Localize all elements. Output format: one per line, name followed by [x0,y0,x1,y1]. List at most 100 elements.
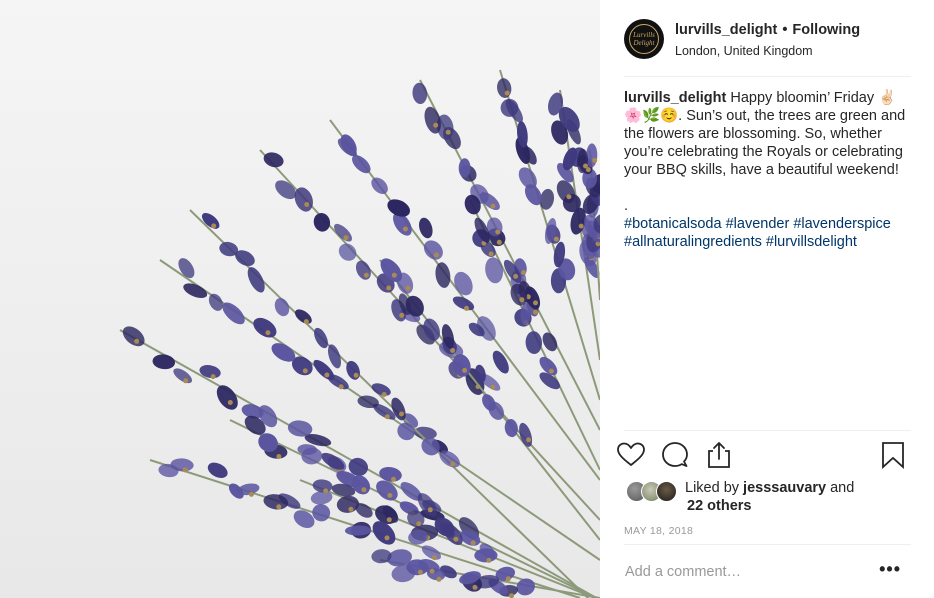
lavender-calyx [521,270,526,275]
liker-username[interactable]: jesssauvary [743,480,826,496]
lavender-calyx [183,378,189,384]
post-date[interactable]: MAY 18, 2018 [624,525,693,537]
lavender-calyx [566,194,572,200]
lavender-bud [485,257,504,284]
hashtag-link[interactable]: #lavender [726,216,790,232]
comment-box: ••• [624,545,911,598]
lavender-calyx [384,414,390,420]
comment-input[interactable] [625,561,865,583]
lavender-calyx [427,507,433,513]
lavender-calyx [553,236,559,242]
caption: lurvills_delight Happy bloomin’ Friday ✌… [624,89,916,251]
lavender-calyx [303,319,309,325]
lavender-bud [247,267,265,293]
post-header: Lurvills Delight lurvills_delight • Follow… [600,0,934,76]
heart-icon[interactable] [616,440,646,470]
lavender-calyx [304,202,310,207]
liked-by-suffix: and [826,480,855,496]
lavender-bud [371,177,388,195]
lavender-calyx [548,368,554,374]
share-icon[interactable] [704,440,734,470]
caption-author[interactable]: lurvills_delight [624,90,726,106]
hashtag-link[interactable]: #lurvillsdelight [766,234,857,250]
lavender-bud [454,271,473,296]
lavender-calyx [391,476,396,482]
lavender-image [119,69,600,598]
lavender-calyx [348,506,354,512]
lavender-calyx [402,226,408,232]
lavender-bud [525,331,543,354]
lavender-calyx [445,129,451,135]
lavender-calyx [429,568,435,574]
lavender-calyx [381,392,387,397]
lavender-calyx [453,536,459,542]
lavender-calyx [384,535,390,541]
post-photo[interactable] [0,0,600,598]
lavender-calyx [343,235,349,241]
lavender-calyx [486,557,492,563]
liked-by-text: Liked by jesssauvary and [685,478,854,498]
lavender-calyx [490,203,496,209]
lavender-calyx [265,330,271,336]
lavender-calyx [134,338,140,344]
lavender-calyx [519,297,525,303]
lavender-calyx [405,285,411,291]
lavender-calyx [416,521,422,527]
lavender-calyx [533,309,538,315]
lavender-calyx [462,367,468,373]
liker-avatar [656,481,677,502]
username-link[interactable]: lurvills_delight [675,22,777,38]
lavender-calyx [490,384,496,390]
more-options-icon[interactable]: ••• [879,559,901,580]
lavender-calyx [505,576,511,582]
hashtag-link[interactable]: #allnaturalingredients [624,234,762,250]
lavender-bud [419,217,433,239]
lavender-calyx [399,312,405,318]
lavender-calyx [495,229,501,235]
lavender-bud [122,326,145,347]
lavender-calyx [470,540,476,546]
following-button[interactable]: Following [792,22,860,38]
caption-dot: . [624,198,629,214]
avatar[interactable]: Lurvills Delight [624,19,664,59]
lavender-calyx [276,504,282,510]
lavender-calyx [211,223,217,229]
action-bar [616,440,916,472]
lavender-calyx [496,239,502,245]
username-line: lurvills_delight • Following [675,22,860,38]
lavender-bud [295,309,312,324]
lavender-calyx [361,487,367,493]
lavender-bud [313,212,331,232]
lavender-calyx [276,454,282,459]
lavender-bud [216,385,238,410]
lavender-calyx [450,461,456,467]
lavender-bud [274,298,290,317]
lavender-calyx [431,555,437,561]
lavender-calyx [386,285,392,291]
lavender-bud [253,317,277,338]
hashtag-link[interactable]: #lavenderspice [793,216,891,232]
lavender-bud [435,262,451,288]
lavender-calyx [472,584,478,590]
lavender-calyx [323,488,329,494]
lavender-calyx [391,272,397,278]
hashtag-link[interactable]: #botanicalsoda [624,216,722,232]
lavender-calyx [182,467,188,473]
lavender-calyx [338,384,344,390]
lavender-calyx [302,368,308,374]
lavender-calyx [488,251,494,257]
lavender-bud [263,152,284,168]
lavender-calyx [433,122,439,128]
location-link[interactable]: London, United Kingdom [675,44,813,58]
others-likes-link[interactable]: 22 others [687,498,751,514]
lavender-calyx [464,305,469,311]
lavender-calyx [578,223,584,229]
lavender-calyx [387,493,393,498]
bookmark-icon[interactable] [878,440,908,470]
lavender-calyx [386,517,392,523]
lavender-bud [173,368,193,384]
liked-by-prefix: Liked by [685,480,744,496]
actions-divider [624,430,911,431]
liker-avatars[interactable] [626,481,678,502]
comment-icon[interactable] [660,440,690,470]
